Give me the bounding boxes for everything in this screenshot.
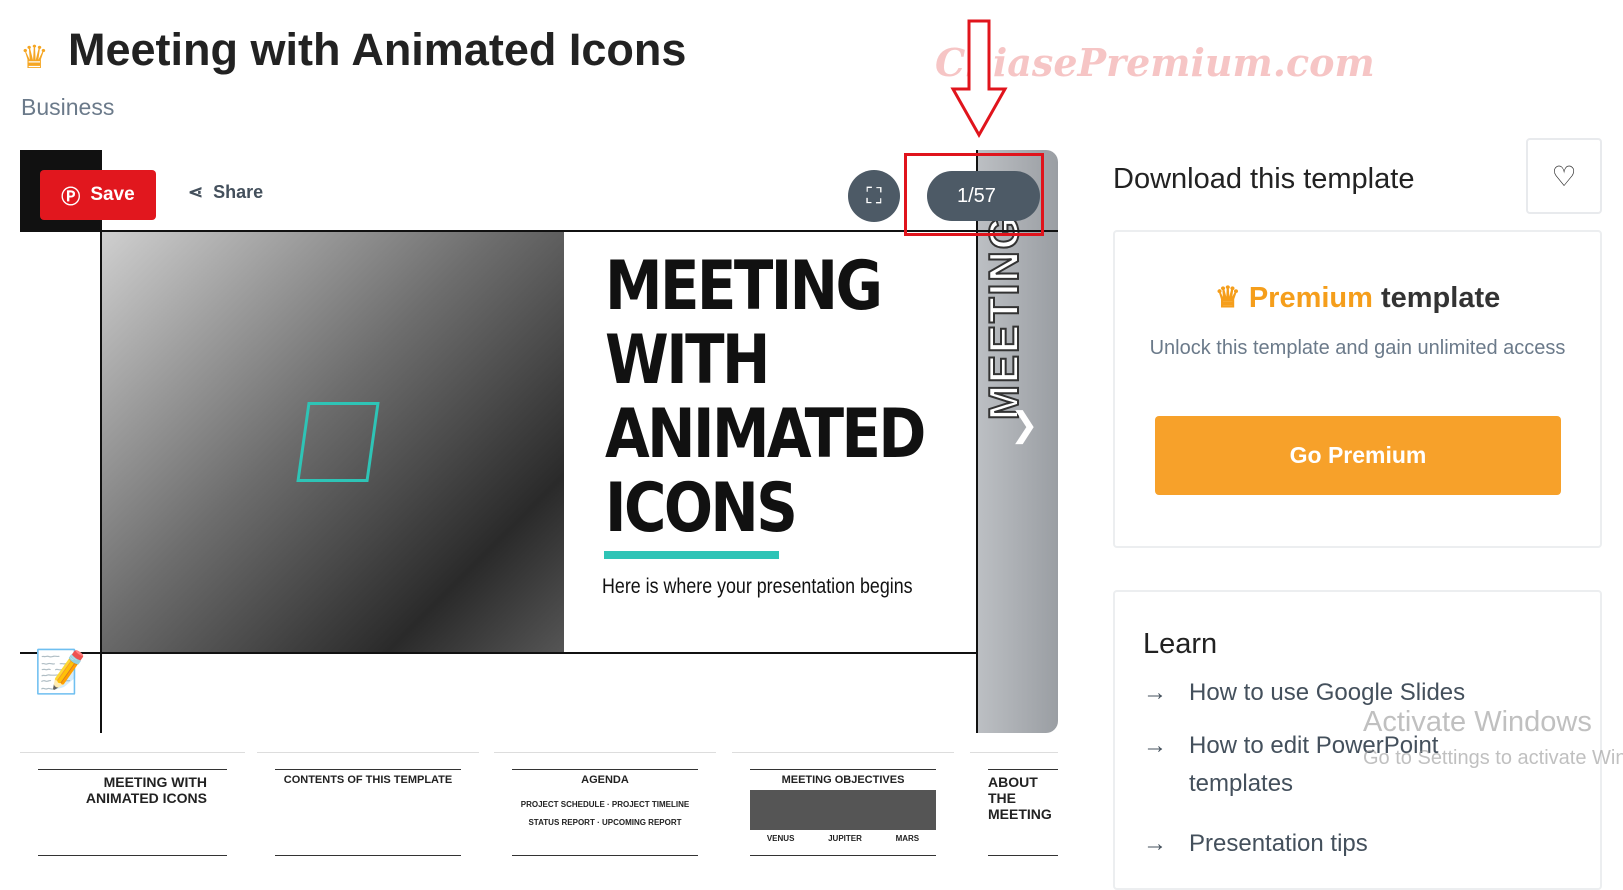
thumb-item: JUPITER: [828, 834, 862, 843]
accent-bar: [604, 551, 779, 559]
premium-word: Premium: [1248, 282, 1373, 314]
next-arrow-icon[interactable]: ❯: [1010, 405, 1039, 445]
heart-icon: ♡: [1551, 160, 1577, 192]
learn-link-label: Presentation tips: [1189, 830, 1368, 857]
slide-subtitle: Here is where your presentation begins: [602, 575, 913, 598]
slide-side-text: MEETING: [979, 214, 1028, 421]
arrow-right-icon: →: [1143, 679, 1167, 706]
slide-title-line: ICONS: [605, 469, 798, 548]
activate-windows-title: Activate Windows: [1363, 706, 1592, 738]
learn-title: Learn: [1143, 628, 1218, 660]
fullscreen-icon: ⛶: [866, 183, 882, 208]
thumb-item: UPCOMING REPORT: [601, 818, 682, 827]
thumb-item: MARS: [895, 834, 920, 843]
premium-heading: ♛ Premium template: [1115, 280, 1600, 315]
divider: [100, 230, 102, 733]
slide-photo: [102, 232, 564, 652]
category-link[interactable]: Business: [21, 94, 114, 121]
thumb-item: PROJECT SCHEDULE: [520, 800, 605, 809]
pinterest-icon: Ⓟ: [61, 186, 81, 208]
arrow-right-icon: →: [1143, 732, 1167, 759]
notepad-icon: 📝: [34, 648, 87, 695]
thumb-item: PROJECT TIMELINE: [611, 800, 690, 809]
thumb-item: STATUS REPORT: [528, 818, 595, 827]
pinterest-save-button[interactable]: Ⓟ Save: [40, 170, 156, 220]
page-title: Meeting with Animated Icons: [68, 24, 687, 75]
laptop-highlight: [296, 402, 380, 482]
save-label: Save: [90, 184, 135, 205]
thumbnail-title: MEETING WITH ANIMATED ICONS: [38, 769, 227, 856]
thumbnail-body: MEETING OBJECTIVES VENUS JUPITER MARS: [750, 769, 936, 856]
thumbnail[interactable]: AGENDA PROJECT SCHEDULE · PROJECT TIMELIN…: [494, 752, 716, 874]
share-button[interactable]: ⋖ Share: [188, 182, 263, 203]
thumbnail-title: MEETING OBJECTIVES: [781, 774, 905, 786]
fullscreen-button[interactable]: ⛶: [848, 170, 900, 222]
share-icon: ⋖: [188, 182, 204, 202]
premium-card: ♛ Premium template Unlock this template …: [1113, 230, 1602, 548]
go-premium-button[interactable]: Go Premium: [1155, 416, 1561, 495]
crown-icon: ♛: [20, 39, 49, 75]
favorite-button[interactable]: ♡: [1526, 138, 1602, 214]
download-title: Download this template: [1113, 163, 1415, 195]
thumb-item: VENUS: [766, 834, 795, 843]
highlight-box: [904, 153, 1044, 236]
activate-windows-subtitle: Go to Settings to activate Windows.: [1363, 747, 1623, 769]
crown-icon: ♛: [1214, 282, 1249, 314]
thumbnail-title: AGENDA: [581, 774, 629, 786]
learn-card: Learn → How to use Google Slides → How to …: [1113, 590, 1602, 890]
slide-title-line: MEETING: [605, 247, 883, 326]
learn-link[interactable]: → Presentation tips: [1143, 825, 1368, 863]
slide-preview: MEETING ❯ MEETING WITH ANIMATED ICONS He…: [20, 150, 1058, 733]
divider: [20, 652, 978, 654]
arrow-right-icon: →: [1143, 830, 1167, 857]
thumbnail[interactable]: MEETING OBJECTIVES VENUS JUPITER MARS: [732, 752, 954, 874]
share-label: Share: [213, 182, 264, 202]
thumbnail-items: PROJECT SCHEDULE · PROJECT TIMELINE STATU…: [520, 800, 690, 827]
red-arrow-icon: [950, 19, 1008, 139]
thumbnail[interactable]: CONTENTS OF THIS TEMPLATE: [257, 752, 479, 874]
thumbnail[interactable]: ABOUT THE MEETING: [970, 752, 1058, 874]
slide-title-line: WITH: [605, 321, 770, 400]
slide-title-line: ANIMATED: [605, 395, 926, 474]
premium-description: Unlock this template and gain unlimited …: [1149, 337, 1566, 359]
divider: [976, 150, 978, 733]
thumbnail-items: VENUS JUPITER MARS: [750, 834, 936, 843]
slide-title: MEETING WITH ANIMATED ICONS: [605, 247, 926, 548]
thumbnail-title: ABOUT THE MEETING: [988, 769, 1058, 856]
divider: [20, 230, 1058, 232]
thumbnail-title: CONTENTS OF THIS TEMPLATE: [275, 769, 461, 856]
thumbnail[interactable]: MEETING WITH ANIMATED ICONS: [20, 752, 245, 874]
template-word: template: [1380, 282, 1501, 314]
thumbnail-title: AGENDA PROJECT SCHEDULE · PROJECT TIMELIN…: [512, 769, 698, 856]
thumb-photo: [750, 790, 936, 830]
